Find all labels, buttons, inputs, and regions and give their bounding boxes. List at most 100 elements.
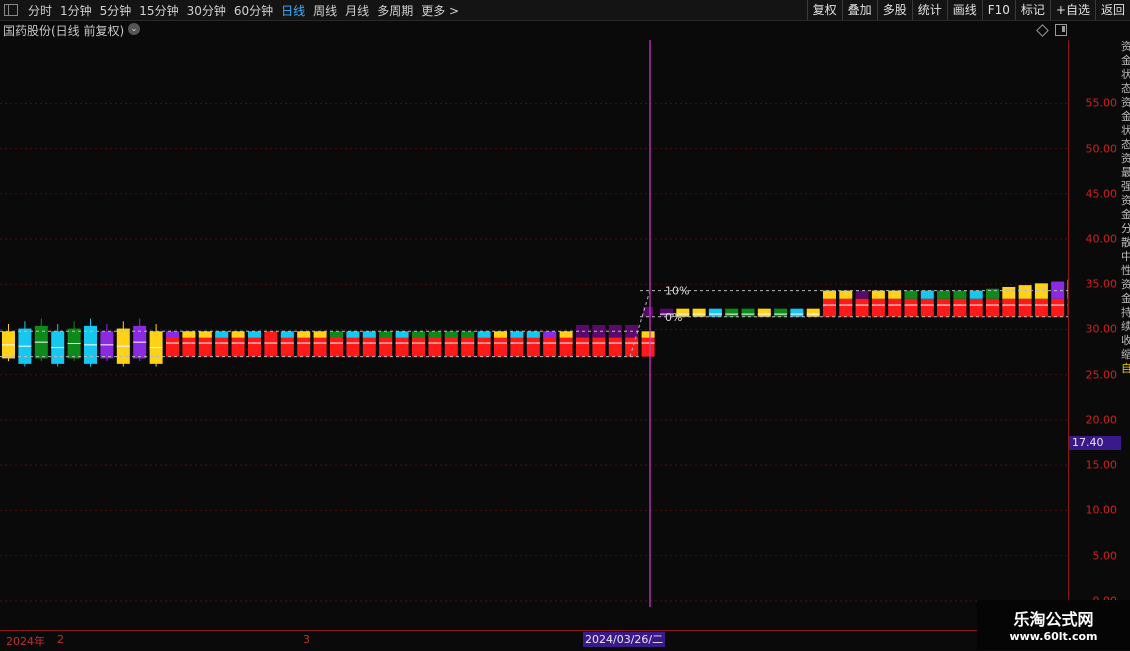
candle-cap bbox=[559, 331, 573, 338]
tab-period-15min[interactable]: 15分钟 bbox=[135, 2, 182, 19]
draw-line-button[interactable]: 画线 bbox=[946, 0, 982, 20]
indicator-strip-char: 态 bbox=[1121, 138, 1130, 151]
candle-cap bbox=[1002, 286, 1016, 299]
month-label-2: 2 bbox=[57, 633, 64, 646]
price-tick-label: 40.00 bbox=[1085, 232, 1118, 246]
candle-cap bbox=[412, 331, 425, 338]
candle-cap bbox=[395, 331, 409, 338]
current-price-tag: 17.40 bbox=[1069, 436, 1121, 451]
price-axis: 55.00 50.00 45.00 40.00 35.00 30.00 25.00 20.00… bbox=[1069, 40, 1121, 628]
period-tabs: 分时 1分钟 5分钟 15分钟 30分钟 60分钟 日线 周线 月线 多周期 更… bbox=[0, 0, 463, 20]
diamond-icon[interactable] bbox=[1036, 24, 1049, 37]
indicator-strip-char: 状 bbox=[1121, 68, 1130, 81]
candle-body bbox=[313, 334, 327, 357]
price-tick-label: 45.00 bbox=[1085, 187, 1118, 201]
tab-period-monthly[interactable]: 月线 bbox=[341, 2, 373, 19]
indicator-strip-char: 金 bbox=[1121, 208, 1130, 221]
candle-body bbox=[969, 298, 983, 317]
kline-chart[interactable]: 10% 0% bbox=[0, 40, 1081, 628]
candle-body bbox=[264, 334, 278, 357]
watermark: 乐淘公式网 www.60lt.com bbox=[977, 600, 1130, 650]
candle-cap bbox=[969, 290, 983, 299]
candle-body bbox=[1067, 298, 1081, 317]
ref-zero-label: 0% bbox=[665, 311, 682, 324]
candle-cap bbox=[231, 331, 245, 338]
candle-cap bbox=[477, 331, 491, 338]
candle-body bbox=[559, 334, 573, 357]
candle-cap bbox=[182, 331, 196, 338]
month-label-3: 3 bbox=[303, 633, 310, 646]
statistics-button[interactable]: 统计 bbox=[911, 0, 947, 20]
indicator-strip-char: 持 bbox=[1121, 306, 1130, 319]
tab-period-5min[interactable]: 5分钟 bbox=[96, 2, 136, 19]
candle-body bbox=[641, 334, 655, 357]
indicator-strip-char: 续 bbox=[1121, 320, 1130, 333]
tab-period-fenshi[interactable]: 分时 bbox=[24, 2, 56, 19]
mark-button[interactable]: 标记 bbox=[1014, 0, 1050, 20]
price-tick-label: 25.00 bbox=[1085, 368, 1118, 382]
candle-cap bbox=[346, 331, 360, 338]
indicator-strip-char: 性 bbox=[1121, 264, 1130, 277]
price-tick-label: 20.00 bbox=[1085, 413, 1118, 427]
candle-cap bbox=[461, 331, 475, 338]
candle-cap bbox=[1067, 279, 1081, 299]
candle-body bbox=[297, 334, 311, 357]
candle-cap bbox=[526, 331, 540, 338]
candle-body bbox=[379, 334, 393, 357]
candle-body bbox=[494, 334, 507, 357]
candle-body bbox=[920, 298, 934, 317]
candle-body bbox=[708, 308, 722, 317]
sidebar-toggle-icon[interactable] bbox=[4, 4, 18, 16]
price-tick-label: 15.00 bbox=[1085, 458, 1118, 472]
candle-body bbox=[986, 298, 999, 317]
price-tick-label: 35.00 bbox=[1085, 277, 1118, 291]
tab-more[interactable]: 更多 > bbox=[417, 2, 463, 19]
tab-period-weekly[interactable]: 周线 bbox=[309, 2, 341, 19]
period-toolbar: 分时 1分钟 5分钟 15分钟 30分钟 60分钟 日线 周线 月线 多周期 更… bbox=[0, 0, 1130, 21]
candle-cap bbox=[888, 290, 902, 299]
candle-body bbox=[608, 334, 622, 357]
f10-button[interactable]: F10 bbox=[981, 0, 1015, 20]
candle-cap bbox=[428, 331, 442, 338]
indicator-strip-char: 资 bbox=[1121, 194, 1130, 207]
candle-cap bbox=[280, 331, 294, 338]
candle-cap bbox=[823, 290, 836, 299]
candle-body bbox=[461, 334, 475, 357]
year-label: 2024年 bbox=[6, 635, 45, 648]
candle-body bbox=[395, 334, 409, 357]
candle-body bbox=[839, 298, 853, 317]
back-button[interactable]: 返回 bbox=[1094, 0, 1130, 20]
candle-body bbox=[428, 334, 442, 357]
add-watchlist-button[interactable]: +自选 bbox=[1049, 0, 1095, 20]
tab-period-60min[interactable]: 60分钟 bbox=[230, 2, 277, 19]
candle-body bbox=[1018, 298, 1032, 317]
chevron-down-icon[interactable]: ⌄ bbox=[128, 23, 140, 35]
candle-cap bbox=[215, 331, 229, 338]
chart-title-row: 国药股份(日线 前复权) ⌄ bbox=[0, 20, 1070, 40]
candle-body bbox=[182, 334, 196, 357]
price-tick-label: 50.00 bbox=[1085, 142, 1118, 156]
candle-body bbox=[757, 308, 771, 317]
candle-body bbox=[871, 298, 885, 317]
candle-body bbox=[953, 298, 967, 317]
candle-body bbox=[412, 334, 425, 357]
action-buttons: 复权 叠加 多股 统计 画线 F10 标记 +自选 返回 bbox=[806, 0, 1130, 20]
date-axis: 2024年 2 3 2024/03/26/二 bbox=[0, 630, 1130, 651]
indicator-strip-char: 最 bbox=[1121, 166, 1130, 179]
candle-body bbox=[741, 308, 755, 317]
candle-body bbox=[937, 298, 951, 317]
tab-period-1min[interactable]: 1分钟 bbox=[56, 2, 96, 19]
indicator-strip-char: 资 bbox=[1121, 278, 1130, 291]
tab-period-30min[interactable]: 30分钟 bbox=[183, 2, 230, 19]
panel-toggle-icon[interactable] bbox=[1055, 24, 1067, 36]
indicator-strip-char: 状 bbox=[1121, 124, 1130, 137]
overlay-button[interactable]: 叠加 bbox=[841, 0, 877, 20]
stock-title: 国药股份(日线 前复权) bbox=[3, 24, 125, 38]
adjust-button[interactable]: 复权 bbox=[806, 0, 842, 20]
candle-cap bbox=[855, 290, 869, 299]
candle-cap bbox=[510, 331, 524, 338]
tab-period-multi[interactable]: 多周期 bbox=[373, 2, 417, 19]
tab-period-daily[interactable]: 日线 bbox=[277, 2, 309, 19]
more-label: 更多 bbox=[421, 3, 446, 18]
multi-stock-button[interactable]: 多股 bbox=[876, 0, 912, 20]
